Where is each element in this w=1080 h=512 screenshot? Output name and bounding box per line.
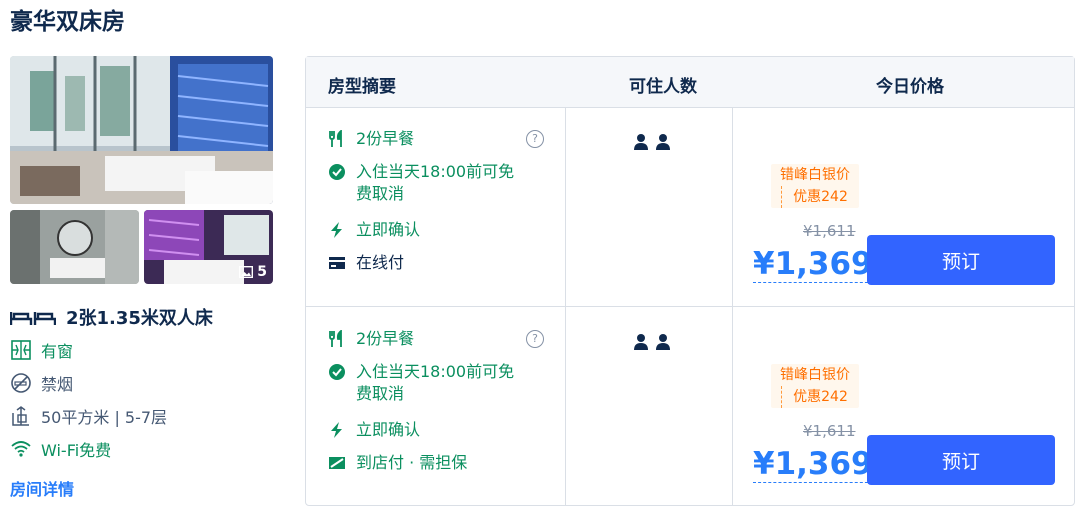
room-photo-image	[10, 56, 273, 204]
lightning-icon	[331, 222, 342, 238]
card-icon	[329, 257, 345, 269]
breakfast-text: 2份早餐	[356, 129, 415, 148]
occupancy-icons	[633, 133, 671, 151]
person-icon	[656, 134, 670, 150]
promo-label: 错峰白银价	[780, 367, 850, 383]
promo-discount: 优惠242	[781, 186, 859, 208]
window-icon	[11, 340, 31, 360]
cancel-text-line1: 入住当天18:00前可免	[356, 162, 515, 181]
fork-knife-icon	[329, 330, 342, 347]
room-photo-bathroom[interactable]	[10, 210, 139, 284]
facility-wifi: Wi-Fi免费	[10, 437, 111, 461]
photo-count[interactable]: 5	[239, 264, 267, 280]
confirm-feature: 立即确认	[328, 419, 420, 441]
confirm-text: 立即确认	[356, 420, 421, 439]
facility-smoking: 禁烟	[10, 371, 73, 395]
room-photo-main[interactable]	[10, 56, 273, 204]
bed-info: 2张1.35米双人床	[10, 304, 213, 330]
payment-text: 在线付	[356, 253, 405, 272]
current-price[interactable]: ¥1,369	[753, 246, 873, 283]
promo-badge: 错峰白银价 优惠242	[771, 164, 859, 208]
lightning-icon	[331, 422, 342, 438]
person-icon	[634, 134, 648, 150]
payment-feature: 在线付	[328, 252, 404, 274]
book-button[interactable]: 预订	[867, 235, 1055, 285]
area-icon	[12, 406, 29, 426]
person-icon	[634, 334, 648, 350]
occupancy-icons	[633, 333, 671, 351]
pay-at-hotel-icon	[329, 457, 345, 469]
room-details-link[interactable]: 房间详情	[10, 476, 74, 500]
original-price: ¥1,611	[803, 422, 856, 440]
confirm-text: 立即确认	[356, 220, 421, 239]
room-photo-bedroom[interactable]: 5	[144, 210, 273, 284]
payment-feature: 到店付 · 需担保	[328, 452, 467, 474]
cancel-feature: 入住当天18:00前可免 费取消	[328, 361, 514, 405]
facility-window-label: 有窗	[41, 342, 74, 361]
bed-icon	[10, 312, 56, 325]
rate-row: 2份早餐 ? 入住当天18:00前可免 费取消 立即确认 到店付 · 需担保 错…	[306, 307, 1074, 506]
facility-smoking-label: 禁烟	[41, 375, 74, 394]
cancel-text-line1: 入住当天18:00前可免	[356, 362, 515, 381]
breakfast-text: 2份早餐	[356, 329, 415, 348]
cancel-text-line2: 费取消	[356, 184, 405, 203]
facility-area-label: 50平方米 | 5-7层	[41, 408, 168, 427]
payment-text: 到店付 · 需担保	[356, 453, 468, 472]
header-summary: 房型摘要	[328, 77, 396, 97]
breakfast-feature: 2份早餐	[328, 328, 414, 350]
header-price: 今日价格	[876, 77, 944, 97]
header-occupancy: 可住人数	[629, 77, 697, 97]
breakfast-help-icon[interactable]: ?	[526, 330, 544, 348]
image-icon	[239, 266, 254, 278]
cancel-feature: 入住当天18:00前可免 费取消	[328, 161, 514, 205]
promo-discount: 优惠242	[781, 386, 859, 408]
promo-badge: 错峰白银价 优惠242	[771, 364, 859, 408]
bed-text: 2张1.35米双人床	[66, 308, 213, 329]
photo-count-number: 5	[257, 264, 267, 280]
cancel-text: 入住当天18:00前可免 费取消	[356, 361, 514, 405]
original-price: ¥1,611	[803, 222, 856, 240]
room-title: 豪华双床房	[10, 9, 125, 35]
cancel-text: 入住当天18:00前可免 费取消	[356, 161, 514, 205]
cancel-text-line2: 费取消	[356, 384, 405, 403]
wifi-icon	[11, 441, 31, 457]
check-circle-icon	[329, 364, 345, 380]
breakfast-help-icon[interactable]: ?	[526, 130, 544, 148]
book-button[interactable]: 预订	[867, 435, 1055, 485]
check-circle-icon	[329, 164, 345, 180]
fork-knife-icon	[329, 130, 342, 147]
bathroom-photo-image	[10, 210, 139, 284]
facility-wifi-label: Wi-Fi免费	[41, 441, 112, 460]
table-header: 房型摘要 可住人数 今日价格	[306, 57, 1074, 108]
promo-label: 错峰白银价	[780, 167, 850, 183]
person-icon	[656, 334, 670, 350]
current-price[interactable]: ¥1,369	[753, 446, 873, 483]
rate-row: 2份早餐 ? 入住当天18:00前可免 费取消 立即确认 在线付 错峰白银价 优…	[306, 107, 1074, 306]
facility-window: 有窗	[10, 338, 73, 362]
breakfast-feature: 2份早餐	[328, 128, 414, 150]
no-smoking-icon	[11, 373, 31, 393]
rate-table: 房型摘要 可住人数 今日价格 2份早餐 ? 入住当天18:00前可免费取消 立	[305, 56, 1075, 506]
confirm-feature: 立即确认	[328, 219, 420, 241]
facility-area: 50平方米 | 5-7层	[10, 404, 167, 428]
